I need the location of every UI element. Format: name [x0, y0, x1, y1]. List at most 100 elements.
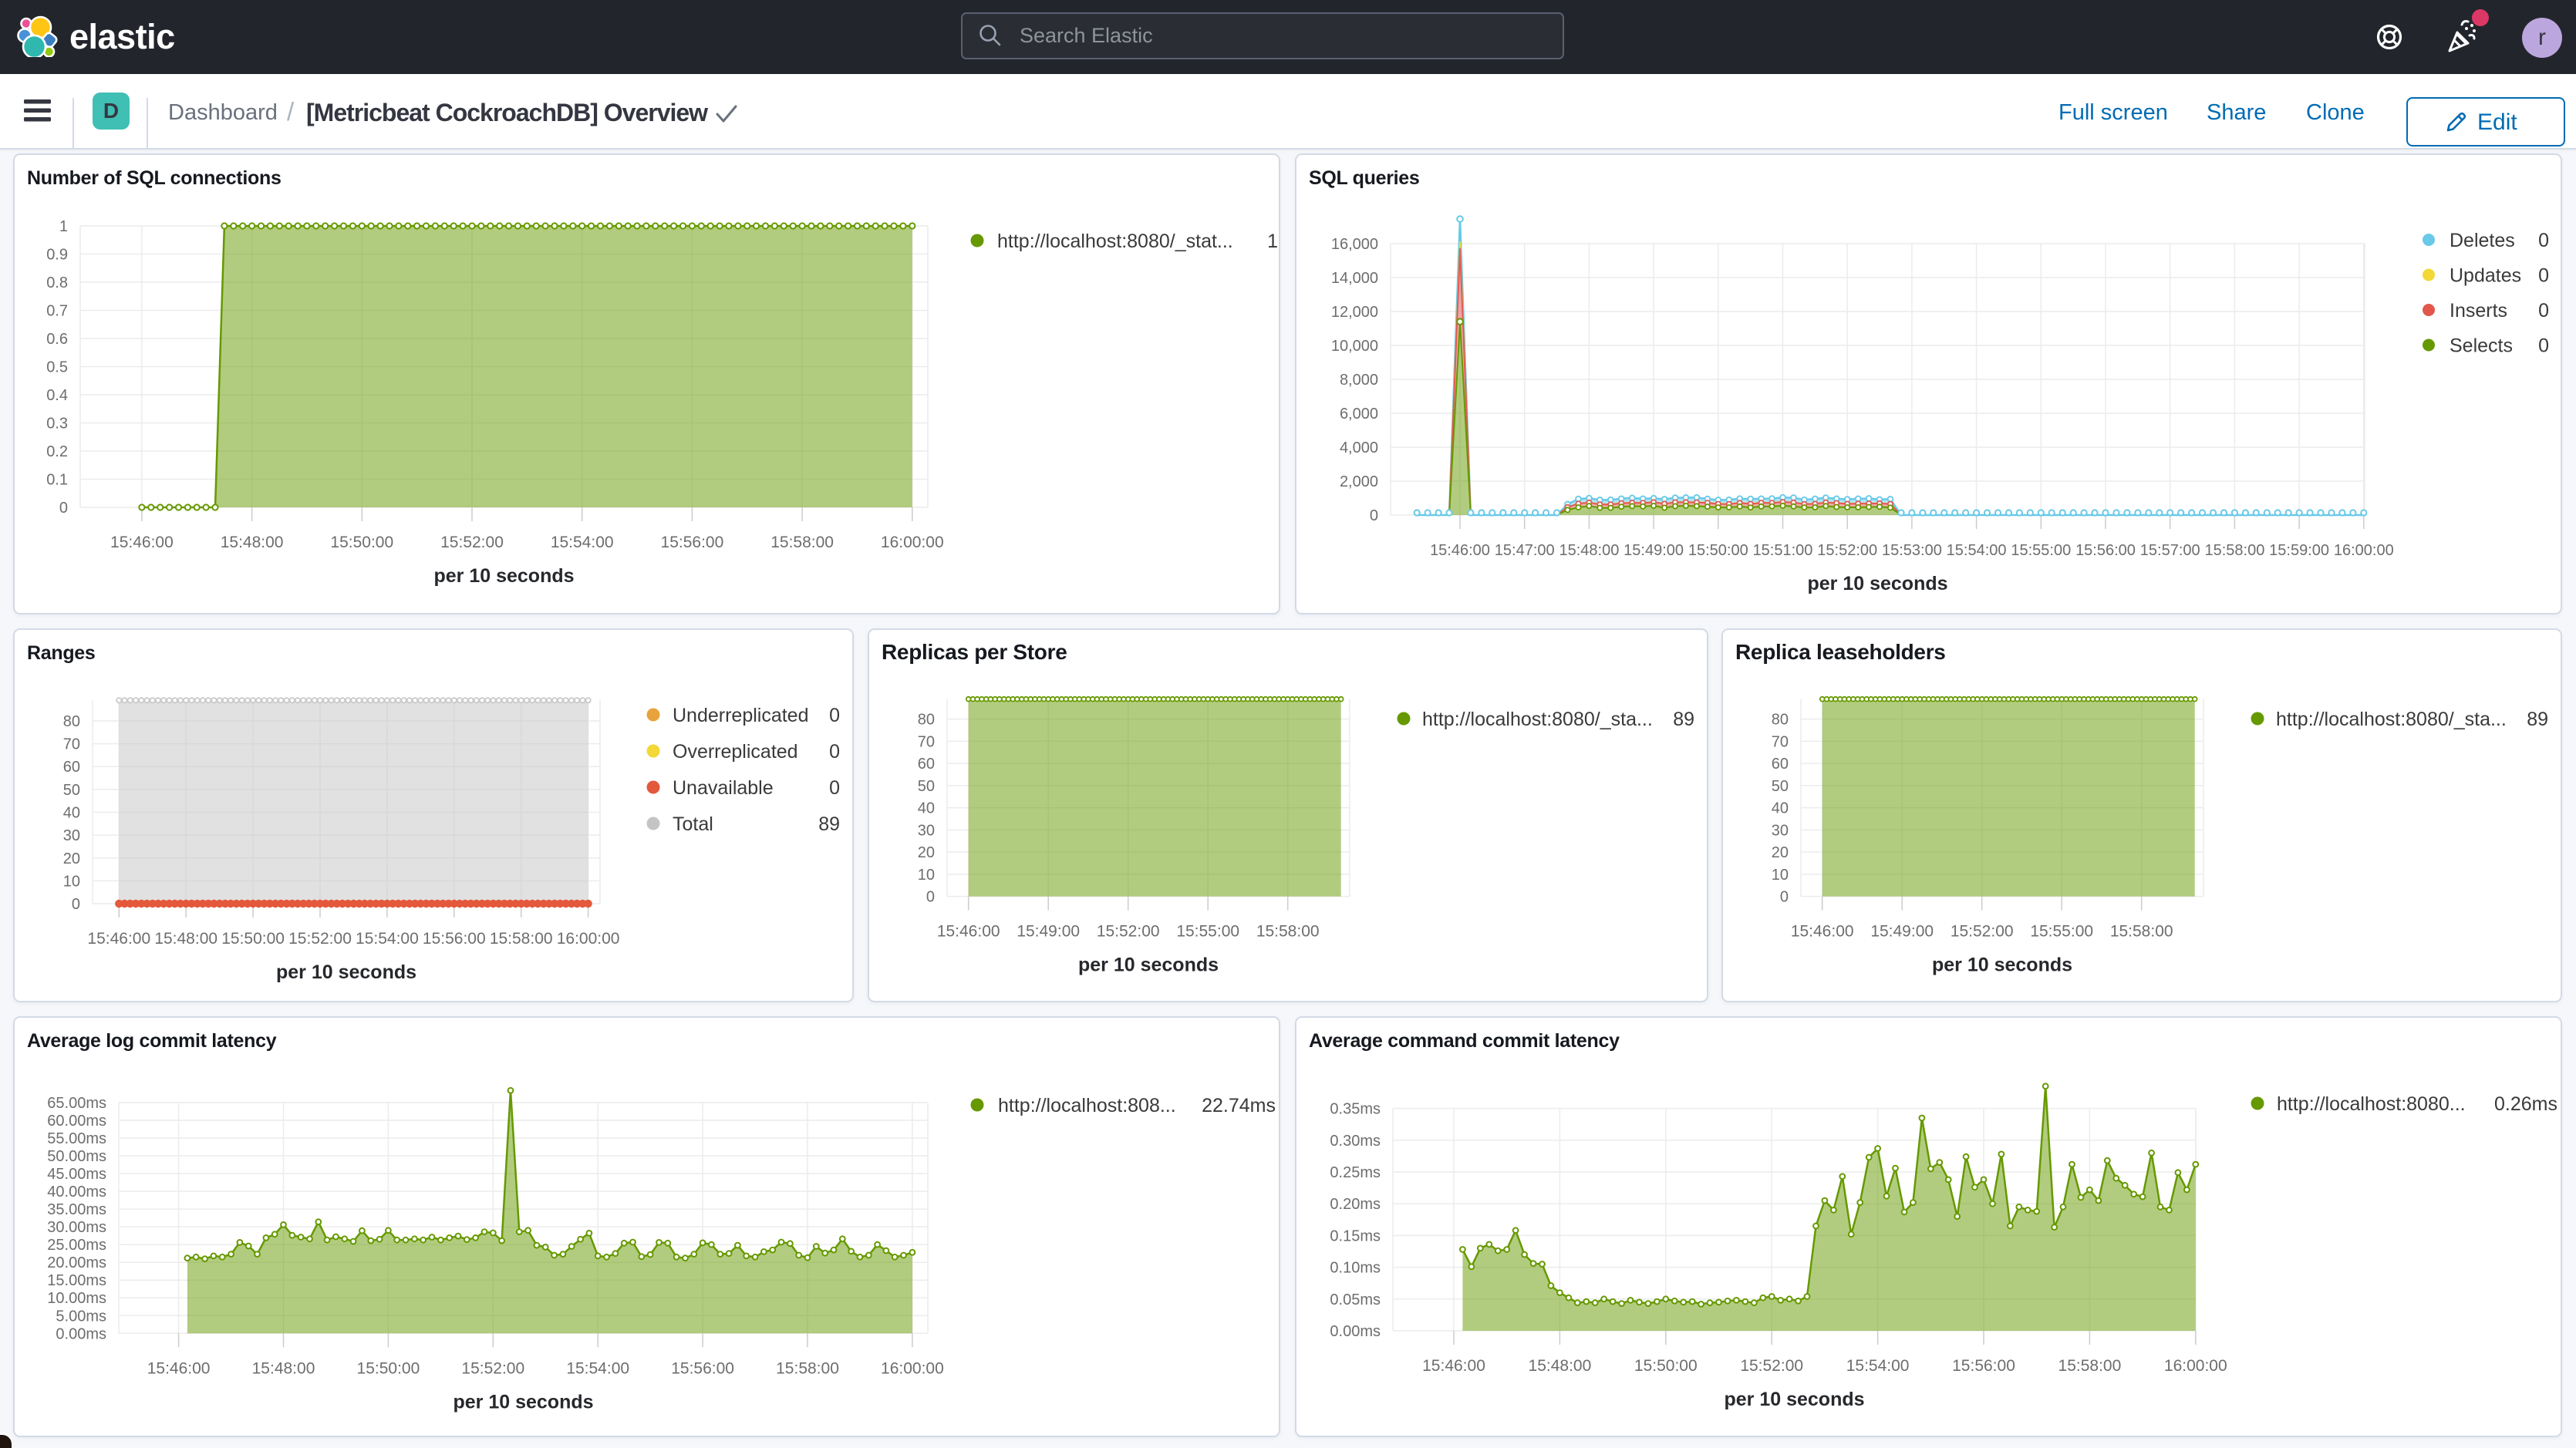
svg-text:60.00ms: 60.00ms [47, 1113, 106, 1130]
svg-text:15:58:00: 15:58:00 [776, 1359, 839, 1377]
svg-text:8,000: 8,000 [1340, 372, 1378, 389]
svg-text:Overreplicated: Overreplicated [673, 741, 798, 763]
svg-text:89: 89 [818, 813, 840, 835]
svg-text:per 10 seconds: per 10 seconds [1078, 955, 1219, 976]
svg-text:15:46:00: 15:46:00 [147, 1359, 211, 1377]
svg-text:50: 50 [1772, 778, 1789, 795]
svg-text:per 10 seconds: per 10 seconds [433, 565, 574, 587]
svg-text:40: 40 [63, 805, 80, 822]
svg-text:15:56:00: 15:56:00 [661, 534, 724, 551]
svg-text:15:56:00: 15:56:00 [423, 930, 486, 948]
svg-text:15:48:00: 15:48:00 [252, 1359, 315, 1377]
svg-text:15:48:00: 15:48:00 [1559, 542, 1619, 559]
svg-text:0.00ms: 0.00ms [56, 1325, 106, 1342]
svg-text:0.6: 0.6 [46, 331, 68, 348]
svg-text:0.9: 0.9 [46, 247, 68, 264]
svg-text:http://localhost:8080/_sta...: http://localhost:8080/_sta... [2276, 709, 2507, 730]
svg-text:20: 20 [1772, 844, 1789, 861]
svg-text:89: 89 [1673, 709, 1694, 730]
svg-text:4,000: 4,000 [1340, 439, 1378, 456]
svg-text:10,000: 10,000 [1331, 338, 1378, 355]
svg-text:Deletes: Deletes [2450, 230, 2515, 251]
svg-text:15:57:00: 15:57:00 [2140, 542, 2200, 559]
svg-text:Selects: Selects [2450, 335, 2513, 357]
svg-text:15:55:00: 15:55:00 [1176, 923, 1239, 941]
svg-text:15:55:00: 15:55:00 [2011, 542, 2071, 559]
svg-text:80: 80 [63, 713, 80, 730]
svg-text:20: 20 [918, 844, 935, 861]
svg-text:35.00ms: 35.00ms [47, 1201, 106, 1218]
svg-text:0.7: 0.7 [46, 303, 68, 320]
svg-text:15:49:00: 15:49:00 [1870, 923, 1934, 941]
svg-text:15:58:00: 15:58:00 [1256, 923, 1320, 941]
svg-text:Inserts: Inserts [2450, 300, 2507, 322]
svg-text:15:47:00: 15:47:00 [1495, 542, 1555, 559]
svg-text:65.00ms: 65.00ms [47, 1095, 106, 1112]
svg-text:0.25ms: 0.25ms [1330, 1164, 1381, 1181]
svg-text:per 10 seconds: per 10 seconds [453, 1391, 593, 1413]
svg-text:15:53:00: 15:53:00 [1882, 542, 1942, 559]
svg-text:0.8: 0.8 [46, 274, 68, 291]
svg-text:0: 0 [1780, 889, 1789, 906]
svg-text:15:52:00: 15:52:00 [1097, 923, 1160, 941]
svg-text:15:50:00: 15:50:00 [330, 534, 393, 551]
svg-text:15:50:00: 15:50:00 [357, 1359, 420, 1377]
svg-text:10: 10 [1772, 867, 1789, 884]
svg-text:15.00ms: 15.00ms [47, 1272, 106, 1289]
svg-text:per 10 seconds: per 10 seconds [1932, 955, 2072, 976]
svg-text:15:52:00: 15:52:00 [461, 1359, 524, 1377]
svg-text:0: 0 [2538, 265, 2549, 287]
svg-text:89: 89 [2527, 709, 2548, 730]
svg-text:Unavailable: Unavailable [673, 777, 774, 799]
svg-text:30: 30 [1772, 822, 1789, 839]
svg-text:0: 0 [926, 889, 935, 906]
svg-text:15:58:00: 15:58:00 [2110, 923, 2173, 941]
svg-text:16:00:00: 16:00:00 [881, 1359, 944, 1377]
svg-text:15:58:00: 15:58:00 [2204, 542, 2264, 559]
svg-text:70: 70 [63, 736, 80, 753]
svg-text:40.00ms: 40.00ms [47, 1184, 106, 1200]
svg-text:16:00:00: 16:00:00 [881, 534, 944, 551]
svg-text:16:00:00: 16:00:00 [2334, 542, 2394, 559]
svg-text:15:56:00: 15:56:00 [671, 1359, 734, 1377]
svg-text:per 10 seconds: per 10 seconds [1724, 1389, 1864, 1410]
svg-text:0: 0 [1370, 507, 1378, 524]
svg-text:15:54:00: 15:54:00 [1846, 1357, 1910, 1375]
svg-text:Replicas per Store: Replicas per Store [882, 640, 1067, 664]
svg-text:15:55:00: 15:55:00 [2030, 923, 2093, 941]
svg-text:http://localhost:808...: http://localhost:808... [998, 1095, 1176, 1116]
svg-text:16,000: 16,000 [1331, 236, 1378, 253]
svg-text:50.00ms: 50.00ms [47, 1148, 106, 1165]
svg-text:20.00ms: 20.00ms [47, 1254, 106, 1271]
svg-text:Replica leaseholders: Replica leaseholders [1735, 640, 1946, 664]
svg-text:16:00:00: 16:00:00 [557, 930, 620, 948]
svg-text:15:54:00: 15:54:00 [551, 534, 614, 551]
svg-text:http://localhost:8080/_sta...: http://localhost:8080/_sta... [1422, 709, 1653, 730]
svg-text:45.00ms: 45.00ms [47, 1166, 106, 1183]
svg-text:0.15ms: 0.15ms [1330, 1227, 1381, 1244]
svg-text:10: 10 [918, 867, 935, 884]
svg-text:14,000: 14,000 [1331, 270, 1378, 287]
svg-text:16:00:00: 16:00:00 [2164, 1357, 2227, 1375]
svg-text:per 10 seconds: per 10 seconds [276, 961, 416, 983]
svg-text:Average log commit latency: Average log commit latency [27, 1030, 277, 1052]
svg-text:0.1: 0.1 [46, 472, 68, 489]
svg-text:15:46:00: 15:46:00 [1422, 1357, 1485, 1375]
svg-text:15:50:00: 15:50:00 [1688, 542, 1748, 559]
svg-text:15:49:00: 15:49:00 [1623, 542, 1684, 559]
svg-text:0.5: 0.5 [46, 359, 68, 376]
svg-text:0.10ms: 0.10ms [1330, 1260, 1381, 1277]
svg-text:5.00ms: 5.00ms [56, 1308, 106, 1325]
svg-text:http://localhost:8080...: http://localhost:8080... [2277, 1093, 2466, 1115]
svg-text:Number of SQL connections: Number of SQL connections [27, 167, 282, 189]
svg-text:30.00ms: 30.00ms [47, 1219, 106, 1236]
svg-text:http://localhost:8080/_stat...: http://localhost:8080/_stat... [997, 231, 1233, 252]
svg-text:22.74ms: 22.74ms [1202, 1095, 1276, 1116]
svg-text:70: 70 [1772, 733, 1789, 750]
svg-text:0: 0 [2538, 300, 2549, 322]
svg-text:1: 1 [59, 218, 68, 235]
svg-text:30: 30 [918, 822, 935, 839]
svg-text:0: 0 [59, 500, 68, 517]
svg-text:0: 0 [829, 777, 840, 799]
svg-text:60: 60 [63, 759, 80, 776]
